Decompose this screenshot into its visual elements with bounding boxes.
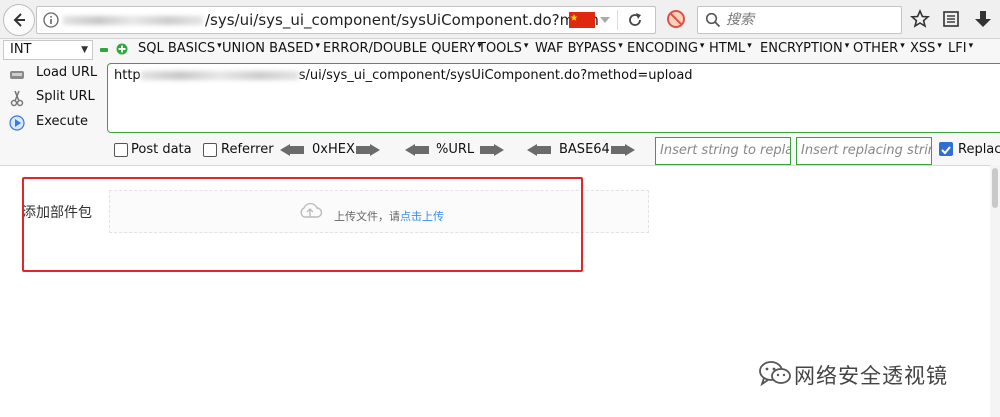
url-left-arrow[interactable] — [405, 144, 429, 156]
scissors-icon — [10, 90, 24, 107]
url-value-suffix: s/ui/sys_ui_component/sysUiComponent.do?… — [298, 68, 693, 83]
referrer-checkbox[interactable] — [203, 143, 217, 157]
search-bar[interactable]: 搜索 — [697, 6, 902, 34]
int-select[interactable]: INT ▼ — [3, 40, 93, 60]
divider — [617, 10, 618, 30]
replace-label: Replace — [958, 142, 1000, 157]
address-url[interactable]: /sys/ui/sys_ui_component/sysUiComponent.… — [205, 7, 599, 33]
int-select-value: INT — [10, 42, 32, 57]
hex-left-arrow[interactable] — [280, 144, 304, 156]
arrow-bar — [290, 146, 304, 154]
left-arrow-icon — [527, 144, 537, 156]
url-value-prefix: http — [114, 68, 141, 83]
menu-xss[interactable]: XSS — [910, 41, 942, 56]
scrollbar-thumb[interactable] — [992, 168, 998, 208]
back-icon — [13, 13, 25, 27]
wechat-icon — [759, 361, 791, 387]
chevron-down-icon: ▼ — [81, 45, 88, 55]
replace-string-placeholder: Insert string to replace — [660, 143, 790, 158]
execute-label: Execute — [36, 114, 88, 129]
menu-other[interactable]: OTHER — [853, 41, 905, 56]
execute-button[interactable]: Execute — [6, 112, 100, 134]
url-right-arrow[interactable] — [480, 144, 504, 156]
replacing-string-input[interactable]: Insert replacing string — [796, 137, 932, 165]
flag-cn-icon — [569, 12, 595, 28]
check-icon — [941, 146, 951, 155]
menu-encoding[interactable]: ENCODING — [627, 41, 704, 56]
left-arrow-icon — [280, 144, 290, 156]
menu-error-double-query[interactable]: ERROR/DOUBLE QUERY — [323, 41, 482, 56]
url-encode-label: %URL — [436, 142, 475, 157]
address-bar[interactable]: /sys/ui/sys_ui_component/sysUiComponent.… — [36, 6, 656, 34]
url-redacted-part — [140, 71, 299, 80]
info-icon[interactable] — [43, 12, 59, 28]
load-icon — [10, 71, 24, 79]
menu-sql-basics[interactable]: SQL BASICS — [138, 41, 222, 56]
replace-string-input[interactable]: Insert string to replace — [655, 137, 791, 165]
arrow-bar — [537, 146, 551, 154]
hackbar-panel: Load URL Split URL Execute http s/ui/sys_… — [0, 61, 1000, 166]
reader-icon[interactable] — [942, 10, 960, 28]
dropdown-icon[interactable] — [599, 16, 611, 24]
load-url-label: Load URL — [36, 65, 98, 80]
menu-union-based[interactable]: UNION BASED — [222, 41, 320, 56]
menu-encryption[interactable]: ENCRYPTION — [760, 41, 849, 56]
play-icon — [9, 115, 25, 131]
right-arrow-icon — [494, 144, 504, 156]
load-url-button[interactable]: Load URL — [6, 63, 100, 85]
browser-navbar: /sys/ui/sys_ui_component/sysUiComponent.… — [0, 0, 1000, 39]
plus-icon[interactable] — [116, 43, 128, 55]
hex-label: 0xHEX — [312, 142, 355, 157]
post-data-label: Post data — [131, 142, 192, 157]
url-textarea[interactable]: http s/ui/sys_ui_component/sysUiComponent… — [107, 63, 1000, 133]
base64-right-arrow[interactable] — [611, 144, 635, 156]
url-redacted — [63, 16, 203, 25]
arrow-bar — [611, 146, 625, 154]
menu-html[interactable]: HTML — [709, 41, 752, 56]
split-url-button[interactable]: Split URL — [6, 87, 100, 109]
search-icon — [705, 12, 721, 28]
post-data-checkbox[interactable] — [114, 143, 128, 157]
highlight-box — [22, 177, 583, 272]
reload-icon[interactable] — [627, 12, 643, 28]
download-icon[interactable] — [974, 9, 992, 29]
right-arrow-icon — [370, 144, 380, 156]
left-arrow-icon — [405, 144, 415, 156]
replace-checkbox[interactable] — [939, 142, 953, 156]
star-icon[interactable] — [910, 9, 930, 29]
arrow-bar — [415, 146, 429, 154]
referrer-label: Referrer — [221, 142, 274, 157]
watermark-text: 网络安全透视镜 — [794, 364, 948, 388]
url-textarea-value: http s/ui/sys_ui_component/sysUiComponent… — [114, 68, 693, 83]
hackbar-menu: INT ▼ SQL BASICS UNION BASED ERROR/DOUBL… — [0, 39, 1000, 61]
arrow-bar — [356, 146, 370, 154]
base64-label: BASE64 — [559, 142, 610, 157]
back-button[interactable] — [3, 4, 35, 36]
menu-lfi[interactable]: LFI — [948, 41, 973, 56]
split-url-label: Split URL — [36, 89, 95, 104]
hex-right-arrow[interactable] — [356, 144, 380, 156]
menu-waf-bypass[interactable]: WAF BYPASS — [535, 41, 623, 56]
right-arrow-icon — [625, 144, 635, 156]
search-placeholder: 搜索 — [726, 12, 754, 28]
minus-icon[interactable] — [100, 48, 108, 52]
blocked-icon[interactable] — [666, 9, 686, 29]
menu-tools[interactable]: TOOLS — [478, 41, 528, 56]
arrow-bar — [480, 146, 494, 154]
base64-left-arrow[interactable] — [527, 144, 551, 156]
replacing-string-placeholder: Insert replacing string — [801, 143, 932, 158]
